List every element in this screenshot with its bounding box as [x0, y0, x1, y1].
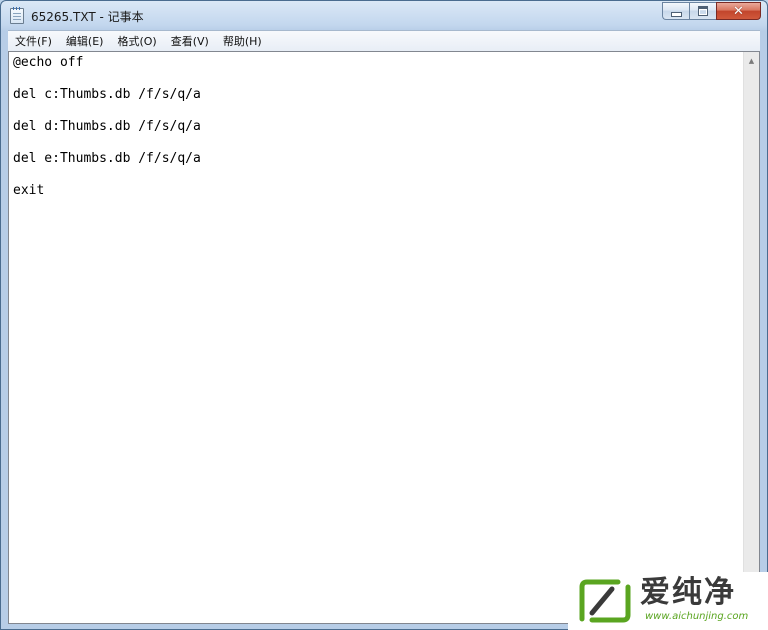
chevron-up-icon: ▲ [748, 56, 755, 65]
window-title: 65265.TXT - 记事本 [31, 10, 144, 24]
menu-edit[interactable]: 编辑(E) [59, 32, 111, 51]
notepad-window: 65265.TXT - 记事本 ✕ 文件(F) 编辑(E) 格式(O) 查看(V… [0, 0, 768, 630]
menu-help[interactable]: 帮助(H) [216, 32, 269, 51]
watermark: 爱纯净 www.aichunjing.com [568, 572, 768, 630]
close-button[interactable]: ✕ [716, 2, 761, 20]
menu-file[interactable]: 文件(F) [8, 32, 59, 51]
close-icon: ✕ [733, 3, 744, 19]
minimize-button[interactable] [662, 2, 689, 20]
minimize-icon [670, 11, 682, 17]
watermark-title: 爱纯净 [640, 575, 736, 610]
menu-view[interactable]: 查看(V) [164, 32, 216, 51]
aichunjing-logo-icon [579, 579, 631, 623]
maximize-icon [698, 6, 708, 16]
watermark-url: www.aichunjing.com [645, 611, 749, 622]
menu-bar: 文件(F) 编辑(E) 格式(O) 查看(V) 帮助(H) [8, 30, 760, 51]
window-controls: ✕ [662, 2, 761, 21]
vertical-scrollbar[interactable]: ▲ ▼ [743, 52, 759, 623]
editor-frame: @echo off del c:Thumbs.db /f/s/q/a del d… [8, 51, 760, 624]
title-bar[interactable]: 65265.TXT - 记事本 ✕ [1, 1, 767, 31]
notepad-icon[interactable] [10, 7, 24, 24]
menu-format[interactable]: 格式(O) [110, 32, 163, 51]
maximize-button[interactable] [689, 2, 716, 20]
scroll-up-button[interactable]: ▲ [744, 52, 759, 69]
text-editor[interactable]: @echo off del c:Thumbs.db /f/s/q/a del d… [9, 52, 743, 623]
